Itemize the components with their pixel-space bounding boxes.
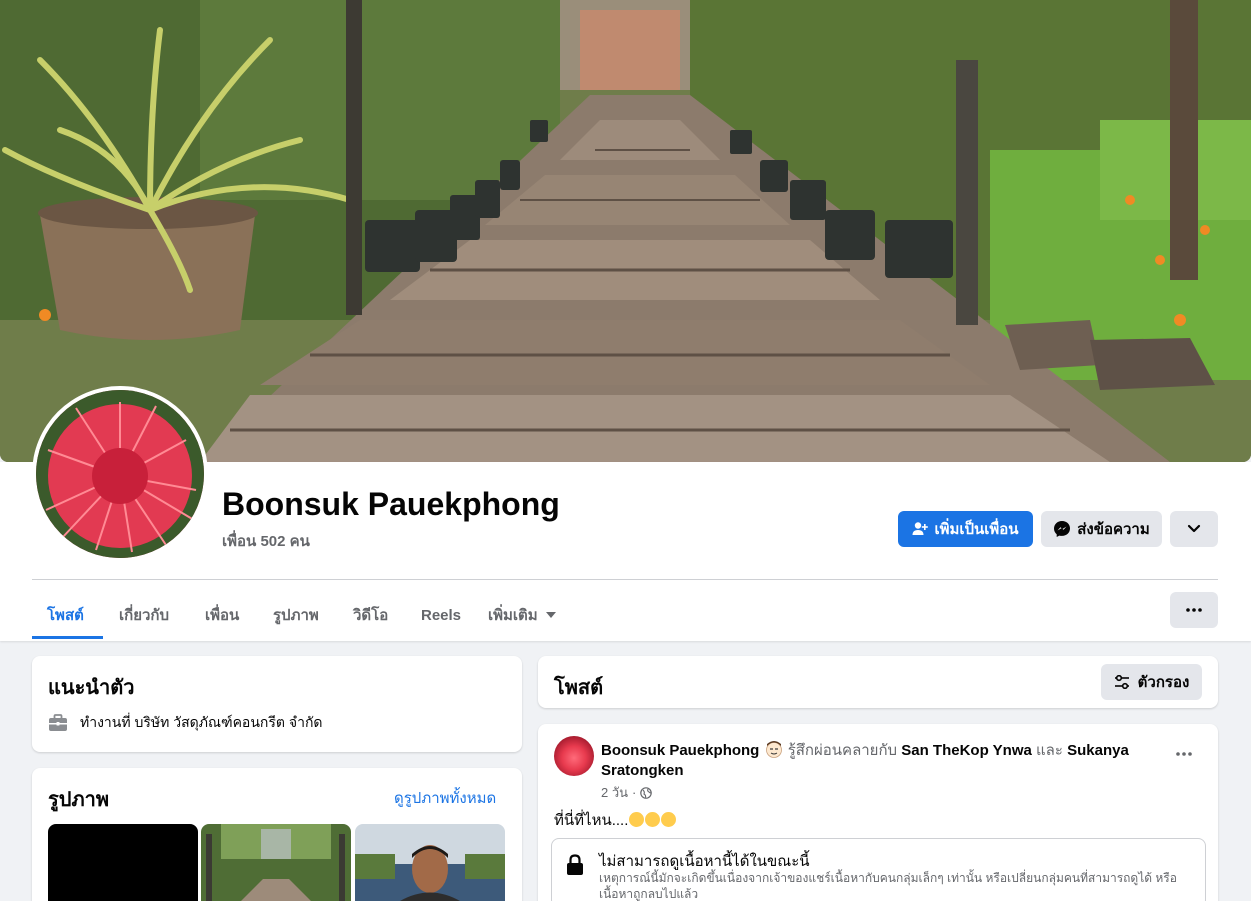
add-friend-label: เพิ่มเป็นเพื่อน	[934, 521, 1019, 538]
posts-title: โพสต์	[554, 677, 604, 699]
more-actions-button[interactable]	[1170, 511, 1218, 547]
grin-emoji-icon	[629, 812, 645, 827]
photo-thumbnail[interactable]	[201, 824, 351, 901]
globe-icon	[640, 786, 653, 799]
post-feeling-text: รู้สึกผ่อนคลายกับ	[787, 742, 898, 759]
chevron-down-icon	[1187, 524, 1201, 533]
tab-posts[interactable]: โพสต์	[47, 592, 84, 638]
ellipsis-icon	[1186, 608, 1202, 612]
tab-more[interactable]: เพิ่มเติม	[488, 592, 556, 638]
post-meta: 2 วัน ·	[601, 782, 653, 803]
tab-about[interactable]: เกี่ยวกับ	[119, 592, 169, 638]
filter-sliders-icon	[1114, 675, 1129, 689]
tab-friends[interactable]: เพื่อน	[205, 592, 239, 638]
post-header: Boonsuk Pauekphong รู้สึกผ่อนคลายกับ San…	[601, 740, 1141, 781]
cover-photo[interactable]	[0, 0, 1251, 462]
tab-videos[interactable]: วิดีโอ	[353, 592, 388, 638]
garden-photo	[201, 824, 351, 901]
post-and-text: และ	[1036, 742, 1063, 759]
profile-avatar[interactable]	[32, 386, 208, 562]
profile-avatar-image	[36, 390, 204, 558]
cover-photo-illustration	[0, 0, 1251, 462]
post-text: ที่นี่ที่ไหน....	[554, 808, 677, 832]
unavailable-description: เหตุการณ์นี้มักจะเกิดขึ้นเนื่องจากเจ้าขอ…	[599, 871, 1177, 901]
intro-work-text: ทำงานที่ บริษัท วัสดุภัณฑ์คอนกรีต จำกัด	[80, 714, 323, 730]
intro-work-item: ทำงานที่ บริษัท วัสดุภัณฑ์คอนกรีต จำกัด	[48, 712, 323, 734]
add-friend-icon	[912, 522, 929, 535]
photo-thumbnail[interactable]	[48, 824, 198, 901]
add-friend-button[interactable]: เพิ่มเป็นเพื่อน	[898, 511, 1033, 547]
relaxed-feeling-icon	[765, 741, 782, 758]
selfie-photo	[355, 824, 505, 901]
lock-icon	[567, 854, 583, 875]
tabs-more-options-button[interactable]	[1170, 592, 1218, 628]
message-label: ส่งข้อความ	[1077, 521, 1150, 538]
tab-reels[interactable]: Reels	[421, 592, 461, 638]
meta-separator: ·	[632, 785, 637, 800]
grin-emoji-icon	[645, 812, 661, 827]
grin-emoji-icon	[661, 812, 677, 827]
post-body: ที่นี่ที่ไหน....	[554, 812, 629, 829]
briefcase-icon	[49, 714, 67, 731]
header-divider	[32, 579, 1218, 580]
post-time[interactable]: 2 วัน	[601, 782, 628, 803]
filter-button[interactable]: ตัวกรอง	[1101, 664, 1202, 700]
intro-title: แนะนำตัว	[48, 677, 135, 699]
friend-count[interactable]: เพื่อน 502 คน	[222, 529, 310, 553]
flower-illustration	[36, 390, 204, 558]
message-button[interactable]: ส่งข้อความ	[1041, 511, 1162, 547]
filter-label: ตัวกรอง	[1137, 674, 1190, 691]
caret-down-icon	[545, 612, 556, 618]
tab-photos[interactable]: รูปภาพ	[273, 592, 319, 638]
content-unavailable-box: ไม่สามารถดูเนื้อหานี้ได้ในขณะนี้ เหตุการ…	[551, 838, 1206, 901]
see-all-photos-link[interactable]: ดูรูปภาพทั้งหมด	[394, 786, 496, 810]
active-tab-indicator	[32, 636, 103, 639]
ellipsis-icon	[1176, 752, 1192, 756]
profile-name: Boonsuk Pauekphong	[222, 486, 560, 522]
post-tag-1[interactable]: San TheKop Ynwa	[901, 742, 1032, 759]
tab-more-label: เพิ่มเติม	[488, 607, 538, 624]
post-author-name[interactable]: Boonsuk Pauekphong	[601, 742, 759, 759]
photos-title: รูปภาพ	[48, 789, 110, 811]
post-author-avatar[interactable]	[554, 736, 594, 776]
post-options-button[interactable]	[1168, 738, 1200, 770]
photo-thumbnail[interactable]	[355, 824, 505, 901]
messenger-icon	[1054, 521, 1071, 537]
